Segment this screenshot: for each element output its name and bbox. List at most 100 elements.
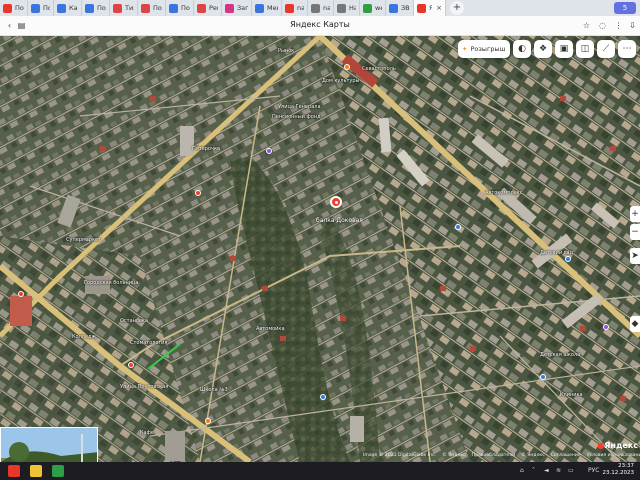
- panorama-button[interactable]: ◫: [576, 40, 594, 58]
- zoom-in-button[interactable]: +: [630, 206, 640, 222]
- poi-marker[interactable]: [128, 362, 134, 368]
- close-tab-icon[interactable]: ×: [436, 4, 442, 12]
- attribution-link[interactable]: Image © 2021 DigitalGlobe Inc.: [363, 453, 436, 461]
- browser-tab-strip: Пор Поч Как Поч Тиз Пор Пор Рек Зап Мен nam nam Нас w…: [0, 0, 640, 16]
- attribution-link[interactable]: © Яндекс: [521, 453, 545, 461]
- attribution-link[interactable]: Правообладатели: [472, 453, 516, 461]
- map-place-label[interactable]: Кафе: [140, 430, 154, 436]
- download-icon[interactable]: ⇩: [627, 20, 638, 31]
- browser-tab[interactable]: Поч: [82, 0, 110, 16]
- network-icon[interactable]: ⌂: [520, 467, 524, 474]
- map-place-label[interactable]: Клиника: [560, 392, 583, 398]
- yandex-browser-icon[interactable]: [8, 465, 20, 477]
- map-toolbar: ✦ Розыгрыш ◐ ❖ ▣ ◫ ⟋ ⋯: [458, 40, 636, 58]
- browser-tab[interactable]: Я×: [414, 0, 446, 16]
- browser-tab[interactable]: ЗВЕ: [386, 0, 414, 16]
- page-title: Яндекс Карты: [290, 20, 350, 29]
- browser-tab[interactable]: Как: [54, 0, 82, 16]
- new-tab-button[interactable]: +: [450, 1, 464, 15]
- tab-title: Пор: [15, 4, 24, 12]
- layers-button[interactable]: ◐: [513, 40, 531, 58]
- map-place-label[interactable]: Улица Прутовская: [120, 384, 168, 390]
- browser-tab[interactable]: Нас: [334, 0, 360, 16]
- map-place-label[interactable]: Автомойка: [256, 326, 285, 332]
- browser-tab[interactable]: Тиз: [110, 0, 138, 16]
- tab-favicon-icon: [337, 3, 346, 13]
- tab-title: nam: [297, 4, 304, 12]
- street-view-thumbnail[interactable]: ▶ ⤢: [0, 427, 98, 462]
- poi-marker[interactable]: [565, 256, 571, 262]
- map-place-label[interactable]: Детская школа: [540, 352, 580, 358]
- attribution-link[interactable]: © Яндекс: [442, 453, 466, 461]
- map-place-label[interactable]: Пятёрочка: [192, 146, 220, 152]
- reader-icon[interactable]: ◌: [597, 20, 608, 31]
- battery-icon[interactable]: ▭: [568, 467, 574, 474]
- tab-title: Рек: [209, 4, 218, 12]
- map-place-label[interactable]: Автокомплекс: [485, 190, 523, 196]
- spreadsheet-app-icon[interactable]: [52, 465, 64, 477]
- map-place-label[interactable]: Пенсионный фонд: [272, 114, 321, 120]
- map-place-label[interactable]: Городская больница: [84, 280, 139, 286]
- poi-marker[interactable]: [344, 64, 350, 70]
- map-place-label[interactable]: Стоматология: [130, 340, 167, 346]
- more-button[interactable]: ⋯: [618, 40, 636, 58]
- map-place-label[interactable]: Супермаркет: [66, 237, 101, 243]
- more-icon: ⋯: [622, 44, 632, 54]
- profile-badge[interactable]: 5: [614, 2, 636, 14]
- browser-tab[interactable]: Рек: [194, 0, 222, 16]
- zoom-out-button[interactable]: −: [630, 224, 640, 240]
- browser-tab[interactable]: nam: [308, 0, 334, 16]
- traffic-button[interactable]: ❖: [534, 40, 552, 58]
- promo-button[interactable]: ✦ Розыгрыш: [458, 40, 510, 58]
- map-place-label[interactable]: Школа №3: [200, 387, 228, 393]
- system-clock[interactable]: 23:37 23.12.2023: [603, 463, 635, 477]
- location-pin-icon[interactable]: [330, 196, 342, 208]
- browser-tab[interactable]: nam: [282, 0, 308, 16]
- attribution-link[interactable]: Соглашение: [551, 453, 581, 461]
- chevron-up-icon[interactable]: ˄: [532, 467, 535, 474]
- settings-icon[interactable]: ⋮: [613, 20, 624, 31]
- browser-tab[interactable]: Зап: [222, 0, 252, 16]
- tab-title: Поч: [97, 4, 106, 12]
- attribution-link[interactable]: Условия использования: [587, 453, 640, 461]
- bookmark-icon[interactable]: ☆: [581, 20, 592, 31]
- browser-tab[interactable]: Пор: [166, 0, 194, 16]
- map-place-label[interactable]: Дом культуры: [322, 78, 359, 84]
- browser-tab[interactable]: web: [360, 0, 386, 16]
- map-place-label[interactable]: Колледж: [72, 334, 96, 340]
- browser-tab[interactable]: Пор: [0, 0, 28, 16]
- locate-icon[interactable]: ➤: [630, 248, 640, 264]
- tab-favicon-icon: [363, 3, 372, 13]
- language-indicator[interactable]: РУС: [588, 467, 599, 474]
- tab-title: Зап: [237, 4, 248, 12]
- wifi-icon[interactable]: ≋: [556, 467, 561, 474]
- clock-date: 23.12.2023: [602, 470, 635, 476]
- volume-icon[interactable]: ◄: [544, 467, 549, 474]
- poi-marker[interactable]: [195, 190, 201, 196]
- map-canvas[interactable]: Рынок Севастополь Дом культуры Улица Генера…: [0, 36, 640, 462]
- browser-tab[interactable]: Мен: [252, 0, 282, 16]
- poi-marker[interactable]: [603, 324, 609, 330]
- map-place-label[interactable]: Улица Генерала: [278, 104, 321, 110]
- poi-marker[interactable]: [205, 418, 211, 424]
- tab-favicon-icon: [389, 3, 398, 13]
- poi-marker[interactable]: [266, 148, 272, 154]
- tab-favicon-icon: [417, 3, 426, 13]
- ruler-button[interactable]: ⟋: [597, 40, 615, 58]
- file-explorer-icon[interactable]: [30, 465, 42, 477]
- tab-title: Нас: [349, 4, 356, 12]
- poi-marker[interactable]: [455, 224, 461, 230]
- poi-marker[interactable]: [540, 374, 546, 380]
- poi-marker[interactable]: [18, 291, 24, 297]
- transport-button[interactable]: ▣: [555, 40, 573, 58]
- tab-favicon-icon: [255, 3, 264, 13]
- compass-button[interactable]: ◆: [630, 316, 640, 332]
- map-place-label[interactable]: Рынок: [278, 48, 294, 54]
- browser-tab[interactable]: Поч: [28, 0, 54, 16]
- pin-label: балка Доковая: [316, 217, 363, 224]
- browser-tab[interactable]: Пор: [138, 0, 166, 16]
- ruler-icon: ⟋: [602, 44, 610, 54]
- map-place-label[interactable]: Остановка: [120, 318, 148, 324]
- map-place-label[interactable]: Севастополь: [362, 66, 396, 72]
- poi-marker[interactable]: [320, 394, 326, 400]
